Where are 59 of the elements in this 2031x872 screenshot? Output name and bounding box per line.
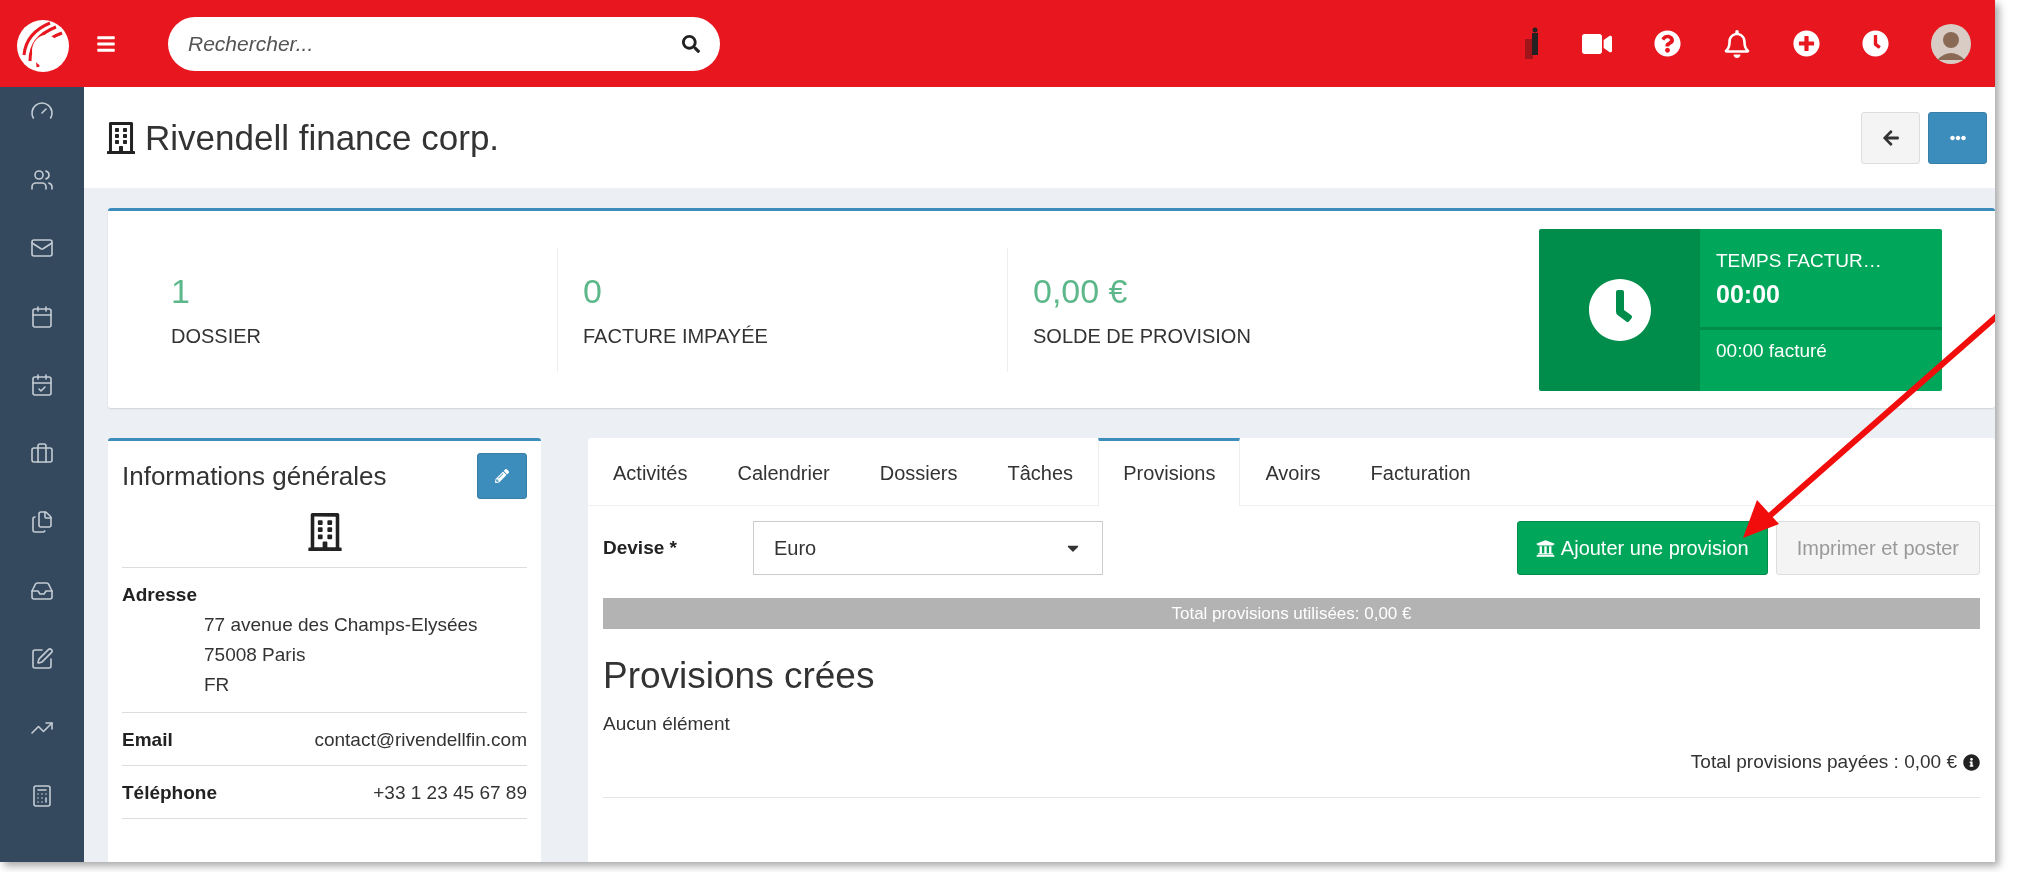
stat-label: DOSSIER	[171, 324, 263, 348]
tab[interactable]: Activités	[588, 438, 713, 506]
empty-message: Aucun élément	[603, 713, 731, 735]
address-line: 77 avenue des Champs-Elysées	[203, 614, 479, 636]
field-label: Email	[122, 729, 173, 751]
billed-time: 00:00 facturé	[1715, 338, 1828, 363]
back-button[interactable]	[1861, 111, 1920, 164]
tab[interactable]: Facturation	[1345, 438, 1496, 506]
section-heading: Provisions crées	[603, 655, 876, 697]
timer-title: TEMPS FACTUR…	[1716, 249, 1883, 272]
bank-icon	[1535, 538, 1555, 558]
stat-label: SOLDE DE PROVISION	[1033, 324, 1252, 348]
calendar-icon[interactable]	[30, 304, 54, 329]
mail-icon[interactable]	[30, 236, 54, 260]
figures-icon[interactable]	[1524, 26, 1540, 61]
contacts-icon[interactable]	[30, 167, 54, 192]
briefcase-icon[interactable]	[30, 441, 54, 466]
calculator-icon[interactable]	[30, 784, 54, 808]
address-line: FR	[203, 674, 231, 696]
more-button[interactable]	[1928, 111, 1987, 164]
building-icon	[105, 121, 137, 154]
field-value: +33 1 23 45 67 89	[373, 782, 527, 804]
files-icon[interactable]	[30, 510, 54, 534]
clock-icon	[1587, 277, 1652, 342]
avatar[interactable]	[1931, 23, 1971, 64]
tab[interactable]: Provisions	[1098, 438, 1241, 506]
stat-label: FACTURE IMPAYÉE	[583, 324, 769, 348]
stat-value: 1	[171, 271, 191, 311]
field-label: Téléphone	[122, 782, 217, 804]
calendar-check-icon[interactable]	[30, 373, 54, 397]
stat-value: 0	[583, 271, 603, 311]
help-icon[interactable]	[1654, 30, 1681, 57]
panel-title: Informations générales	[122, 460, 387, 492]
tab[interactable]: Dossiers	[854, 438, 983, 506]
paid-total: Total provisions payées : 0,00 €	[1690, 751, 1957, 773]
tab[interactable]: Avoirs	[1240, 438, 1346, 506]
currency-select[interactable]: Euro	[753, 521, 1103, 575]
arrow-left-icon	[1881, 128, 1900, 147]
page-title: Rivendell finance corp.	[145, 117, 500, 158]
search-icon[interactable]	[682, 34, 700, 53]
tab[interactable]: Tâches	[982, 438, 1099, 506]
bell-icon[interactable]	[1723, 29, 1751, 58]
edit-icon[interactable]	[30, 647, 54, 671]
used-total-bar: Total provisions utilisées: 0,00 €	[603, 598, 1980, 629]
pencil-icon	[495, 469, 509, 483]
info-icon[interactable]	[1963, 753, 1980, 771]
stat-value: 0,00 €	[1033, 271, 1129, 311]
address-line: 75008 Paris	[203, 644, 307, 666]
field-label: Adresse	[122, 584, 198, 606]
building-icon	[305, 513, 344, 551]
search-field[interactable]: Rechercher...	[168, 16, 720, 71]
clock-icon[interactable]	[1862, 30, 1889, 57]
edit-button[interactable]	[477, 453, 527, 499]
menu-icon[interactable]	[96, 33, 116, 54]
field-value: contact@rivendellfin.com	[314, 729, 527, 751]
timer-value: 00:00	[1716, 279, 1781, 309]
tab[interactable]: Calendrier	[712, 438, 855, 506]
add-icon[interactable]	[1793, 30, 1820, 57]
currency-label: Devise *	[603, 537, 678, 559]
